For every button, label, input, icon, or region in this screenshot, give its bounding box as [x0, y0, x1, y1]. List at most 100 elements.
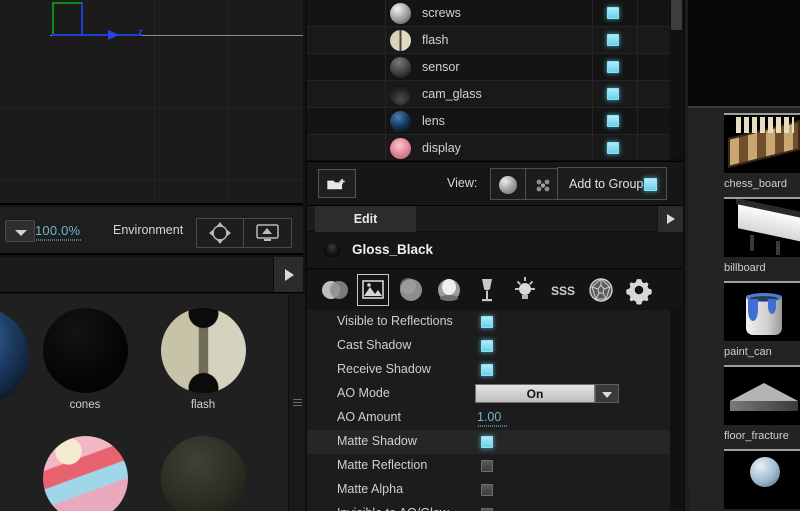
material-list-row[interactable]: cam_glass [307, 81, 670, 108]
environment-target-button[interactable] [196, 218, 244, 248]
add-to-group-checkbox[interactable] [644, 178, 657, 191]
material-list-row[interactable]: display [307, 135, 670, 160]
tab-edit[interactable]: Edit [315, 206, 416, 232]
property-label: Receive Shadow [337, 362, 431, 376]
property-label: Matte Shadow [337, 434, 417, 448]
asset-library-item[interactable]: floor_fracture [724, 365, 800, 442]
material-row-thumbnail [390, 138, 411, 159]
material-list-row[interactable]: screws [307, 0, 670, 27]
left-column: z 100.0% Environment cones flash [0, 0, 305, 511]
gizmo-y-top [52, 2, 82, 4]
edit-tabstrip: Edit [307, 205, 683, 232]
asset-thumbnail [724, 197, 800, 257]
palette-next-button[interactable] [273, 257, 303, 292]
property-row[interactable]: AO Amount 1.00 [307, 406, 670, 430]
render-viewport[interactable]: z [0, 0, 303, 205]
gizmo-y-axis [52, 2, 54, 35]
property-row[interactable]: AO Mode On [307, 382, 670, 406]
gizmo-axis-label: z [138, 27, 143, 37]
asset-thumbnail [724, 449, 800, 509]
material-row-visibility-checkbox[interactable] [607, 88, 619, 100]
property-number-value[interactable]: 1.00 [477, 410, 501, 424]
property-checkbox[interactable] [481, 340, 493, 352]
property-checkbox[interactable] [481, 436, 493, 448]
add-to-group-button[interactable]: Add to Group [557, 167, 667, 200]
light-bulb-icon[interactable] [509, 274, 541, 306]
material-row-visibility-checkbox[interactable] [607, 61, 619, 73]
material-header: Gloss_Black [307, 232, 683, 269]
chevron-right-icon [285, 269, 294, 281]
material-row-visibility-checkbox[interactable] [607, 142, 619, 154]
asset-label: chess_board [724, 178, 787, 190]
palette-item[interactable]: flash [144, 308, 262, 411]
texture-icon[interactable] [357, 274, 389, 306]
asset-library-item[interactable]: paint_can [724, 281, 800, 358]
sphere-view-icon[interactable] [499, 176, 517, 194]
property-row[interactable]: Matte Alpha [307, 478, 670, 502]
gizmo-arrow-icon [108, 30, 119, 40]
material-list[interactable]: screws flash sensor cam_glass lens display [307, 0, 670, 160]
environment-brightness-value[interactable]: 100.0% [35, 223, 80, 238]
palette-item[interactable]: cones [26, 308, 144, 411]
property-row[interactable]: Receive Shadow [307, 358, 670, 382]
asset-thumbnail [724, 113, 800, 173]
sss-icon[interactable]: SSS [547, 274, 579, 306]
property-row[interactable]: Matte Shadow [307, 430, 670, 454]
property-dropdown-button[interactable] [595, 384, 619, 403]
scrollbar-thumb[interactable] [671, 0, 682, 30]
property-row[interactable]: Invisible to AO/Glow [307, 502, 670, 511]
material-list-scrollbar[interactable] [670, 0, 683, 158]
material-palette-grid[interactable]: cones flash [0, 294, 288, 511]
material-palette-tabstrip [0, 257, 303, 293]
material-row-label: display [422, 141, 461, 155]
property-checkbox[interactable] [481, 316, 493, 328]
asset-library-panel: chess_board billboard paint_can floor_fract… [685, 0, 800, 511]
geodesic-sphere-icon[interactable] [585, 274, 617, 306]
grip-icon[interactable] [293, 399, 302, 408]
gear-icon[interactable] [623, 274, 655, 306]
property-checkbox[interactable] [481, 364, 493, 376]
new-folder-button[interactable] [318, 169, 356, 198]
chevron-right-icon [667, 214, 675, 224]
property-dropdown[interactable]: On [475, 384, 595, 403]
property-row[interactable]: Cast Shadow [307, 334, 670, 358]
material-row-visibility-checkbox[interactable] [607, 115, 619, 127]
palette-scrollbar[interactable] [288, 294, 305, 511]
palette-item[interactable] [144, 436, 262, 511]
property-checkbox[interactable] [481, 484, 493, 496]
keyshot-window: z 100.0% Environment cones flash screws … [0, 0, 800, 511]
material-row-thumbnail [390, 111, 411, 132]
property-label: Invisible to AO/Glow [337, 506, 449, 511]
environment-monitor-button[interactable] [244, 218, 292, 248]
asset-library-list[interactable]: chess_board billboard paint_can floor_fract… [688, 108, 800, 511]
material-properties-list[interactable]: Visible to Reflections Cast Shadow Receive… [307, 310, 670, 511]
asset-library-item[interactable] [724, 449, 800, 509]
property-row[interactable]: Matte Reflection [307, 454, 670, 478]
view-mode-group [490, 168, 559, 200]
material-list-row[interactable]: flash [307, 27, 670, 54]
matte-sphere-icon[interactable] [395, 274, 427, 306]
asset-library-item[interactable]: chess_board [724, 113, 800, 190]
gloss-sphere-icon[interactable] [433, 274, 465, 306]
material-list-row[interactable]: lens [307, 108, 670, 135]
property-checkbox[interactable] [481, 460, 493, 472]
glass-icon[interactable] [471, 274, 503, 306]
material-list-row[interactable]: sensor [307, 54, 670, 81]
material-type-icon[interactable] [319, 274, 351, 306]
palette-item-label: flash [190, 399, 216, 411]
environment-dropdown[interactable] [5, 220, 35, 242]
add-to-group-label: Add to Group [569, 177, 644, 191]
property-row[interactable]: Visible to Reflections [307, 310, 670, 334]
material-row-thumbnail [390, 84, 411, 105]
asset-label: paint_can [724, 346, 772, 358]
material-row-label: sensor [422, 60, 460, 74]
properties-scrollbar[interactable] [670, 310, 683, 511]
material-row-visibility-checkbox[interactable] [607, 7, 619, 19]
flat-view-icon[interactable] [535, 178, 551, 193]
asset-label: floor_fracture [724, 430, 789, 442]
material-row-label: flash [422, 33, 449, 47]
material-row-visibility-checkbox[interactable] [607, 34, 619, 46]
edit-tabs-overflow-button[interactable] [657, 206, 683, 232]
asset-library-item[interactable]: billboard [724, 197, 800, 274]
palette-item[interactable] [26, 436, 144, 511]
